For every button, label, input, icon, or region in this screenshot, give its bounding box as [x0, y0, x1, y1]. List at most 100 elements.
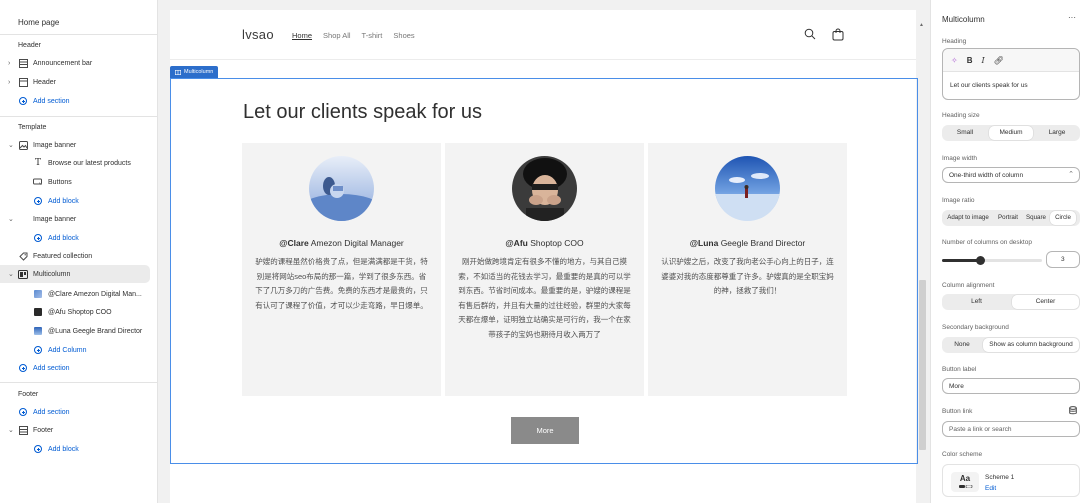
sidebar-item-header[interactable]: › Header	[0, 73, 157, 91]
image-width-value: One-third width of column	[949, 171, 1024, 179]
ratio-circle[interactable]: Circle	[1050, 211, 1076, 225]
column-card-afu[interactable]: @Afu Shoptop COO 刚开始做跨境肯定有很多不懂的地方，与其自己摸索…	[445, 143, 644, 396]
nav-link-home[interactable]: Home	[292, 31, 312, 40]
scrollbar-thumb[interactable]	[919, 280, 926, 450]
align-left[interactable]: Left	[943, 295, 1010, 309]
nav-link-shoes[interactable]: Shoes	[393, 31, 414, 40]
button-link-input[interactable]: Paste a link or search	[942, 421, 1080, 437]
sidebar-item-announcement-bar[interactable]: › Announcement bar	[0, 54, 157, 72]
add-circle-icon	[18, 363, 28, 373]
tag-icon	[18, 251, 28, 261]
color-scheme-name: Scheme 1	[985, 474, 1015, 481]
column-text: 驴嫂的课程虽然价格贵了点，但是满满都是干货，特别是将网站seo布局的那一篇，学到…	[255, 257, 428, 310]
add-block-button[interactable]: Add block	[0, 192, 157, 210]
preview-scrollbar[interactable]: ▲	[918, 10, 928, 503]
sidebar-item-image-banner[interactable]: ⌄ Image banner	[0, 136, 157, 154]
chevron-down-icon[interactable]: ⌄	[8, 215, 14, 223]
add-section-button[interactable]: Add section	[0, 403, 157, 421]
column-card-clare[interactable]: @Clare Amezon Digital Manager 驴嫂的课程虽然价格贵…	[242, 143, 441, 396]
sidebar-item-label: @Clare Amezon Digital Man...	[48, 290, 142, 298]
columns-number-input[interactable]: 3	[1046, 251, 1080, 268]
ratio-adapt[interactable]: Adapt to image	[942, 211, 994, 225]
add-section-button[interactable]: Add section	[0, 92, 157, 110]
database-icon[interactable]	[1069, 406, 1077, 417]
sidebar-item-featured-collection[interactable]: Featured collection	[0, 247, 157, 265]
sections-sidebar: Home page ▲ Header › Announcement bar › …	[0, 0, 158, 503]
sidebar-item-label: Multicolumn	[33, 270, 71, 278]
divider	[0, 382, 157, 383]
column-text: 认识驴嫂之后，改变了我向老公手心向上的日子，连婆婆对我的态度都尊重了许多。驴嫂真…	[661, 257, 834, 295]
secondary-bg-none[interactable]: None	[943, 338, 981, 352]
cart-icon[interactable]	[832, 28, 844, 43]
nav-link-shop-all[interactable]: Shop All	[323, 31, 351, 40]
swatch-bars	[959, 485, 973, 488]
select-arrows-icon: ⌃	[1068, 171, 1074, 178]
button-label-input[interactable]: More	[942, 378, 1080, 394]
heading-size-medium[interactable]: Medium	[989, 126, 1033, 140]
secondary-bg-segmented: None Show as column background	[942, 337, 1080, 353]
secondary-bg-show[interactable]: Show as column background	[983, 338, 1079, 352]
sidebar-item-label: Browse our latest products	[48, 159, 131, 167]
rich-text-toolbar: ✧ B I 🔗︎	[943, 49, 1079, 72]
ratio-square[interactable]: Square	[1022, 211, 1050, 225]
section-icon	[18, 77, 28, 87]
footer-icon	[18, 425, 28, 435]
avatar	[715, 156, 780, 221]
chevron-down-icon[interactable]: ⌄	[8, 426, 14, 434]
columns-desktop-label: Number of columns on desktop	[942, 239, 1032, 246]
italic-icon[interactable]: I	[981, 56, 984, 65]
sidebar-item-column-afu[interactable]: @Afu Shoptop COO	[0, 303, 157, 321]
column-card-luna[interactable]: @Luna Geegle Brand Director 认识驴嫂之后，改变了我向…	[648, 143, 847, 396]
heading-input[interactable]: Let our clients speak for us	[950, 82, 1028, 89]
store-logo[interactable]: lvsao	[242, 27, 274, 42]
sidebar-item-buttons[interactable]: Buttons	[0, 173, 157, 191]
add-circle-icon	[33, 233, 43, 243]
section-tag[interactable]: Multicolumn	[170, 66, 219, 78]
slider-knob[interactable]	[976, 256, 985, 265]
align-center[interactable]: Center	[1012, 295, 1079, 309]
chevron-right-icon[interactable]: ›	[8, 79, 10, 86]
more-options-icon[interactable]: ···	[1068, 13, 1076, 22]
heading-size-large[interactable]: Large	[1035, 126, 1079, 140]
sidebar-item-browse-text[interactable]: T Browse our latest products	[0, 154, 157, 172]
sidebar-item-column-luna[interactable]: @Luna Geegle Brand Director	[0, 322, 157, 340]
sidebar-item-column-clare[interactable]: @Clare Amezon Digital Man...	[0, 285, 157, 303]
page-title[interactable]: Home page	[18, 18, 59, 27]
columns-slider[interactable]	[942, 256, 1042, 265]
sidebar-item-label: Image banner	[33, 141, 77, 149]
color-scheme-edit-link[interactable]: Edit	[985, 485, 996, 492]
bold-icon[interactable]: B	[967, 56, 973, 65]
color-scheme-picker[interactable]: Aa Scheme 1 Edit	[942, 464, 1080, 497]
alignment-segmented: Left Center	[942, 294, 1080, 310]
ai-sparkle-icon[interactable]: ✧	[951, 56, 958, 65]
ratio-portrait[interactable]: Portrait	[994, 211, 1022, 225]
header-icons	[804, 28, 844, 43]
chevron-right-icon[interactable]: ›	[8, 60, 10, 67]
heading-size-small[interactable]: Small	[943, 126, 987, 140]
heading-size-segmented: Small Medium Large	[942, 125, 1080, 141]
image-width-select[interactable]: One-third width of column ⌃	[942, 167, 1080, 183]
heading-editor[interactable]: ✧ B I 🔗︎ Let our clients speak for us	[942, 48, 1080, 100]
nav-link-tshirt[interactable]: T-shirt	[362, 31, 383, 40]
store-header: lvsao Home Shop All T-shirt Shoes	[170, 10, 916, 60]
settings-panel: Multicolumn ··· Heading ✧ B I 🔗︎ Let our…	[930, 0, 1080, 503]
add-column-button[interactable]: Add Column	[0, 341, 157, 359]
link-icon[interactable]: 🔗︎	[994, 56, 1004, 65]
column-thumbnail-icon	[33, 289, 43, 299]
search-icon[interactable]	[804, 28, 816, 43]
sidebar-item-image-banner-2[interactable]: ⌄ Image banner	[0, 210, 157, 228]
avatar	[512, 156, 577, 221]
chevron-down-icon[interactable]: ⌄	[8, 141, 14, 149]
chevron-down-icon[interactable]: ⌄	[8, 270, 14, 278]
multicolumn-section[interactable]: Let our clients speak for us @Clare Amez…	[170, 78, 918, 464]
slider-fill	[942, 259, 980, 262]
add-block-label: Add block	[48, 197, 79, 205]
add-block-button[interactable]: Add block	[0, 440, 157, 458]
add-section-button[interactable]: Add section	[0, 359, 157, 377]
scroll-up-icon[interactable]: ▲	[919, 22, 924, 28]
secondary-bg-label: Secondary background	[942, 324, 1009, 331]
add-block-button[interactable]: Add block	[0, 229, 157, 247]
more-button[interactable]: More	[511, 417, 579, 444]
sidebar-item-multicolumn[interactable]: ⌄ Multicolumn	[0, 265, 150, 283]
sidebar-item-footer[interactable]: ⌄ Footer	[0, 421, 157, 439]
